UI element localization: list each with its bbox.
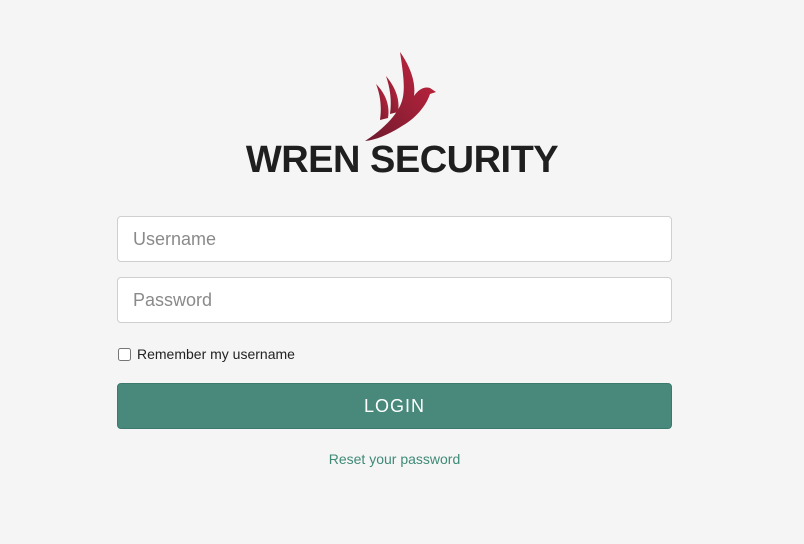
reset-password-link[interactable]: Reset your password	[117, 451, 672, 467]
remember-checkbox[interactable]	[118, 347, 131, 361]
remember-label: Remember my username	[137, 346, 295, 362]
login-page: WREN SECURITY Remember my username LOGIN…	[0, 0, 804, 544]
wren-bird-icon	[365, 52, 436, 141]
login-button[interactable]: LOGIN	[117, 383, 672, 429]
remember-username[interactable]: Remember my username	[117, 344, 295, 364]
login-form: Remember my username LOGIN Reset your pa…	[117, 216, 672, 467]
brand-name: WREN SECURITY	[245, 139, 559, 181]
username-input[interactable]	[117, 216, 672, 262]
brand-logo: WREN SECURITY	[0, 48, 804, 184]
password-input[interactable]	[117, 277, 672, 323]
